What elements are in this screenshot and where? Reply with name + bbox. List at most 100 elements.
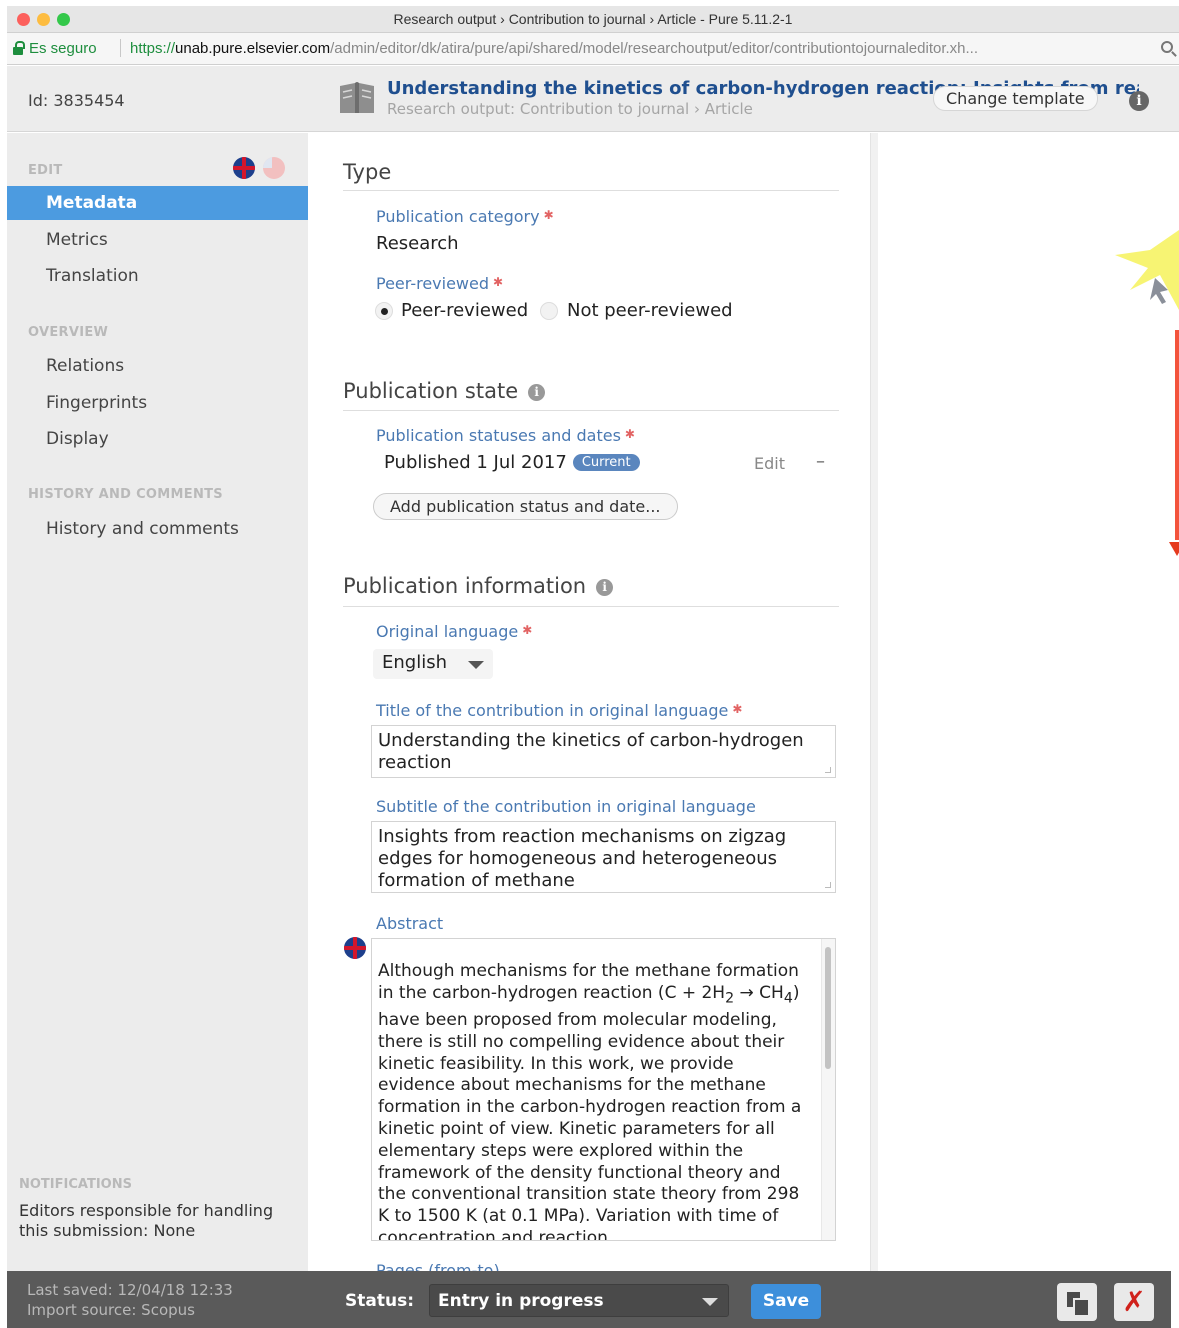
sidebar-item-history[interactable]: History and comments xyxy=(7,512,308,546)
change-template-button[interactable]: Change template xyxy=(933,86,1098,111)
publication-statuses-label-text: Publication statuses and dates xyxy=(376,426,621,445)
url-scheme: https:// xyxy=(130,40,176,57)
notifications-heading: NOTIFICATIONS xyxy=(19,1177,132,1192)
english-flag-icon xyxy=(344,937,366,959)
abstract-scrollbar[interactable] xyxy=(821,939,835,1240)
save-button[interactable]: Save xyxy=(751,1284,821,1319)
required-icon: ✱ xyxy=(522,623,533,637)
sidebar-item-metrics[interactable]: Metrics xyxy=(7,223,308,257)
import-source-text: Import source: Scopus xyxy=(27,1301,195,1319)
english-flag-icon[interactable] xyxy=(233,157,255,179)
address-bar[interactable]: Es seguro https://unab.pure.elsevier.com… xyxy=(7,33,1179,65)
url-host: unab.pure.elsevier.com xyxy=(175,40,331,57)
copy-icon[interactable] xyxy=(1057,1283,1097,1321)
required-icon: ✱ xyxy=(732,702,743,716)
sidebar-item-fingerprints[interactable]: Fingerprints xyxy=(7,386,308,420)
secure-label[interactable]: Es seguro xyxy=(29,40,97,57)
info-icon[interactable]: i xyxy=(596,579,614,596)
remove-status-icon[interactable]: – xyxy=(816,451,825,472)
sidebar-item-translation[interactable]: Translation xyxy=(7,259,308,293)
status-select[interactable]: Entry in progress xyxy=(429,1284,729,1317)
sidebar-heading-history: HISTORY AND COMMENTS xyxy=(28,487,223,502)
sidebar-item-relations[interactable]: Relations xyxy=(7,349,308,383)
publication-status-value: Published 1 Jul 2017 Current xyxy=(384,452,640,473)
pages-label: Pages (from-to) xyxy=(376,1261,500,1271)
sidebar-item-display[interactable]: Display xyxy=(7,422,308,456)
abstract-text: Although mechanisms for the methane form… xyxy=(378,961,810,1241)
resize-handle-icon[interactable] xyxy=(825,767,831,773)
abstract-text-rest: ) have been proposed from molecular mode… xyxy=(378,982,802,1241)
abstract-text-arrow: → CH xyxy=(734,982,784,1003)
publication-category-value: Research xyxy=(376,233,459,254)
form-scroll-gutter xyxy=(870,133,878,1271)
subtitle-textarea-value: Insights from reaction mechanisms on zig… xyxy=(378,826,787,891)
address-divider xyxy=(120,39,121,57)
section-type: Type xyxy=(343,160,392,184)
save-info: Last saved: 12/04/18 12:33 Import source… xyxy=(27,1280,233,1320)
info-icon[interactable]: i xyxy=(1129,91,1149,111)
sidebar-heading-edit: EDIT xyxy=(28,163,63,178)
cursor-highlight-icon xyxy=(1115,230,1179,310)
peer-reviewed-radio[interactable] xyxy=(375,302,393,320)
editor-footer: Last saved: 12/04/18 12:33 Import source… xyxy=(7,1271,1171,1328)
document-subtitle: Research output: Contribution to journal… xyxy=(387,100,753,118)
publication-category-label: Publication category ✱ xyxy=(376,207,554,226)
section-publication-state: Publication state i xyxy=(343,379,546,403)
notifications-text: Editors responsible for handling this su… xyxy=(19,1201,274,1240)
title-textarea-value: Understanding the kinetics of carbon-hyd… xyxy=(378,730,804,773)
chilean-flag-icon[interactable] xyxy=(263,157,285,179)
edit-status-link[interactable]: Edit xyxy=(754,454,785,473)
title-textarea[interactable]: Understanding the kinetics of carbon-hyd… xyxy=(371,725,836,778)
section-divider xyxy=(343,410,839,411)
peer-reviewed-label: Peer-reviewed ✱ xyxy=(376,274,503,293)
chevron-down-icon xyxy=(702,1298,718,1306)
add-publication-status-button[interactable]: Add publication status and date... xyxy=(373,493,678,520)
section-publication-information-title: Publication information xyxy=(343,574,587,598)
not-peer-reviewed-option-label[interactable]: Not peer-reviewed xyxy=(567,300,733,321)
abstract-label: Abstract xyxy=(376,914,444,933)
delete-icon[interactable]: ✗ xyxy=(1114,1283,1154,1321)
sidebar: EDIT Metadata Metrics Translation OVERVI… xyxy=(7,133,320,1271)
lock-icon xyxy=(13,41,25,55)
original-language-select[interactable]: English xyxy=(373,649,493,679)
red-annotation-arrow-icon xyxy=(1169,542,1179,556)
publication-statuses-label: Publication statuses and dates ✱ xyxy=(376,426,635,445)
original-language-value: English xyxy=(382,652,447,673)
resize-handle-icon[interactable] xyxy=(825,882,831,888)
window-titlebar: Research output › Contribution to journa… xyxy=(7,6,1179,33)
subtitle-textarea[interactable]: Insights from reaction mechanisms on zig… xyxy=(371,821,836,893)
peer-reviewed-option-label[interactable]: Peer-reviewed xyxy=(401,300,528,321)
required-icon: ✱ xyxy=(493,275,504,289)
url-text[interactable]: https://unab.pure.elsevier.com/admin/edi… xyxy=(130,40,1150,57)
red-annotation-line xyxy=(1175,330,1179,540)
status-label: Status: xyxy=(345,1291,414,1311)
url-path: /admin/editor/dk/atira/pure/api/shared/m… xyxy=(330,40,979,57)
last-saved-text: Last saved: 12/04/18 12:33 xyxy=(27,1281,233,1299)
original-language-label-text: Original language xyxy=(376,622,519,641)
book-icon xyxy=(340,82,374,113)
publication-category-label-text: Publication category xyxy=(376,207,540,226)
window-title: Research output › Contribution to journa… xyxy=(393,11,793,27)
abstract-textarea[interactable]: Although mechanisms for the methane form… xyxy=(371,938,836,1241)
sidebar-item-metadata[interactable]: Metadata xyxy=(7,186,320,220)
original-language-label: Original language ✱ xyxy=(376,622,532,641)
section-publication-state-title: Publication state xyxy=(343,379,519,403)
not-peer-reviewed-radio[interactable] xyxy=(540,302,558,320)
peer-reviewed-label-text: Peer-reviewed xyxy=(376,274,490,293)
current-status-badge: Current xyxy=(572,454,640,471)
editor-header: Id: 3835454 Understanding the kinetics o… xyxy=(7,66,1179,132)
abstract-scrollbar-thumb[interactable] xyxy=(825,947,831,1069)
section-divider xyxy=(343,606,839,607)
metadata-form: Type Publication category ✱ Research Peer… xyxy=(308,133,870,1271)
title-original-language-label-text: Title of the contribution in original la… xyxy=(376,701,729,720)
abstract-subscript: 2 xyxy=(725,990,735,1007)
publication-status-text: Published 1 Jul 2017 xyxy=(384,452,567,473)
section-divider xyxy=(343,190,839,191)
info-icon[interactable]: i xyxy=(528,384,546,401)
zoom-icon[interactable] xyxy=(1161,41,1173,53)
section-publication-information: Publication information i xyxy=(343,574,614,598)
title-original-language-label: Title of the contribution in original la… xyxy=(376,701,742,720)
status-select-value: Entry in progress xyxy=(438,1291,604,1311)
record-id: Id: 3835454 xyxy=(28,91,125,110)
subtitle-original-language-label: Subtitle of the contribution in original… xyxy=(376,797,756,816)
